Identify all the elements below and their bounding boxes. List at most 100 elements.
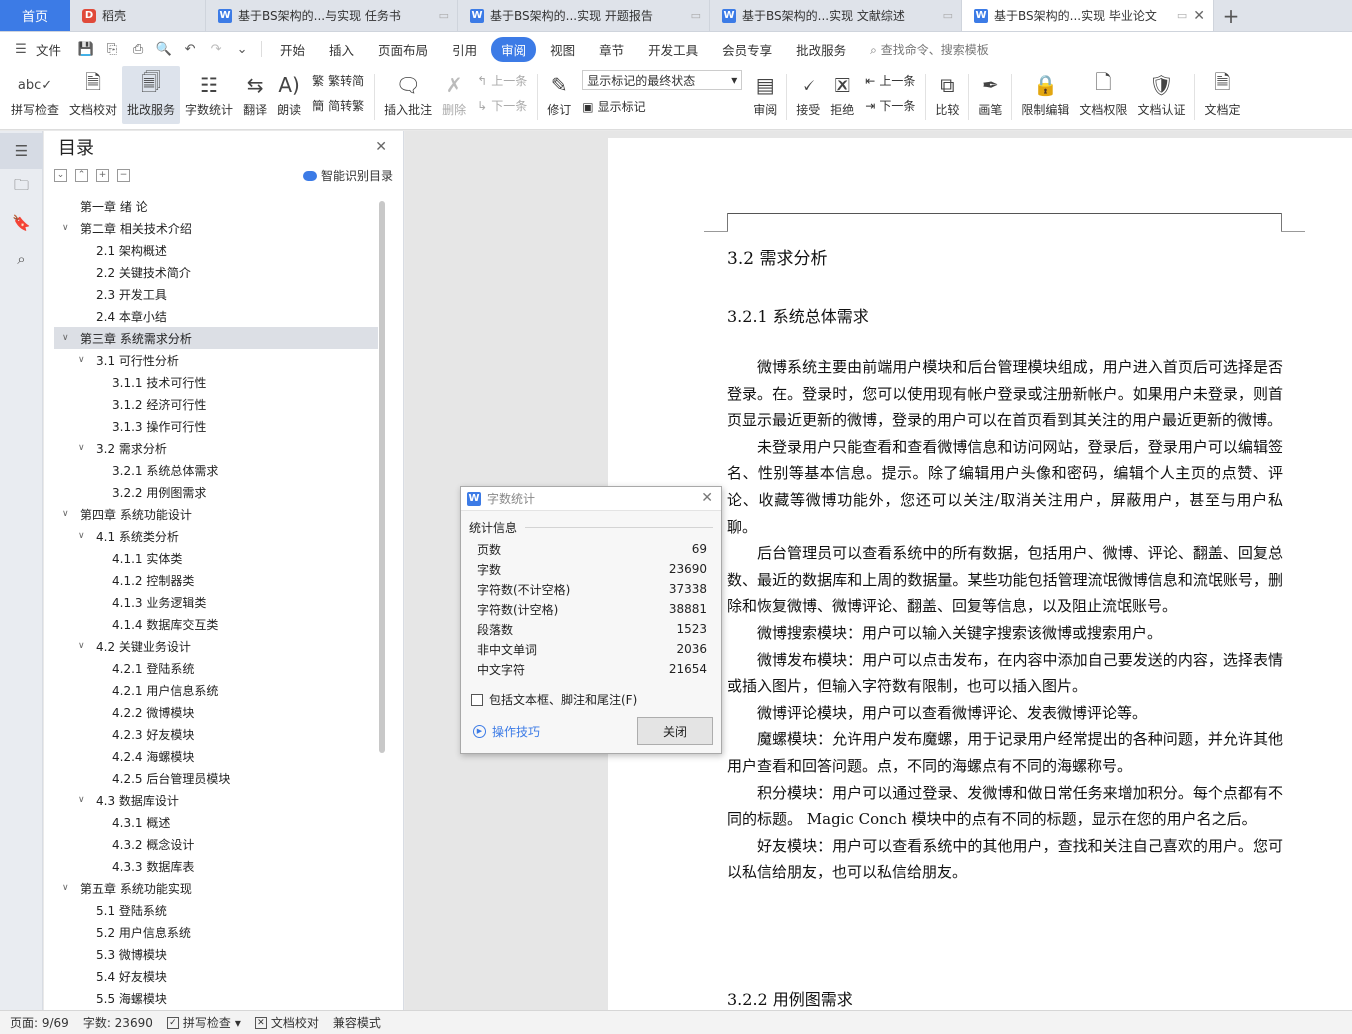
doc-more-button[interactable]: 🗎 文档定 (1199, 66, 1245, 124)
prev-change-button[interactable]: ⇤ 上一条 (865, 72, 915, 89)
expand-all-icon[interactable]: ⌄ (54, 168, 67, 182)
next-change-button[interactable]: ⇥ 下一条 (865, 97, 915, 114)
toc-item[interactable]: 4.1.3 业务逻辑类 (54, 591, 378, 613)
toc-item[interactable]: 3.1.3 操作可行性 (54, 415, 378, 437)
close-icon[interactable]: ✕ (1193, 8, 1205, 24)
menu-references[interactable]: 引用 (442, 37, 487, 62)
toc-item[interactable]: ∨ 3.2 需求分析 (54, 437, 378, 459)
toc-item[interactable]: 4.1.2 控制器类 (54, 569, 378, 591)
toc-item[interactable]: 4.2.1 登陆系统 (54, 657, 378, 679)
menu-review[interactable]: 审阅 (491, 36, 537, 62)
translate-button[interactable]: ⇆ 翻译 (238, 66, 272, 124)
collapse-all-icon[interactable]: ⌃ (75, 168, 88, 182)
command-search[interactable]: ⌕ 查找命令、搜索模板 (870, 41, 989, 58)
remove-heading-icon[interactable]: − (117, 168, 130, 182)
menu-insert[interactable]: 插入 (319, 37, 364, 62)
toc-item[interactable]: ∨ 第三章 系统需求分析 (54, 327, 378, 349)
menu-file[interactable]: 文件 (36, 37, 71, 62)
page-indicator[interactable]: 页面: 9/69 (10, 1014, 69, 1031)
tab-literature[interactable]: W 基于BS架构的...实现 文献综述 ▭ (710, 0, 962, 31)
pen-button[interactable]: ✒ 画笔 (973, 66, 1007, 124)
hamburger-icon[interactable]: ☰ (10, 39, 32, 59)
chevron-down-icon[interactable]: ∨ (62, 509, 74, 519)
toc-item[interactable]: 3.2.2 用例图需求 (54, 481, 378, 503)
toc-item[interactable]: 2.2 关键技术简介 (54, 261, 378, 283)
tab-thesis[interactable]: W 基于BS架构的...实现 毕业论文 ▭ ✕ (962, 0, 1214, 31)
close-icon[interactable]: ✕ (375, 139, 387, 155)
spell-check-status[interactable]: ✓ 拼写检查 ▾ (166, 1014, 241, 1031)
toc-item[interactable]: 4.2.4 海螺模块 (54, 745, 378, 767)
toc-item[interactable]: 5.4 好友模块 (54, 965, 378, 987)
menu-correction[interactable]: 批改服务 (786, 37, 856, 62)
toc-item[interactable]: 4.3.1 概述 (54, 811, 378, 833)
toc-item[interactable]: 4.3.2 概念设计 (54, 833, 378, 855)
doc-proof-button[interactable]: 🗎 文档校对 (64, 66, 122, 124)
chevron-down-icon[interactable]: ∨ (78, 641, 90, 651)
track-changes-button[interactable]: ✎ 修订 (542, 66, 576, 124)
reject-button[interactable]: 🗷 拒绝 (825, 66, 859, 124)
markup-state-select[interactable]: 显示标记的最终状态 ▾ (582, 70, 743, 90)
review-pane-button[interactable]: ▤ 审阅 (748, 66, 782, 124)
traditional-to-simplified-button[interactable]: 繁繁转简 (312, 72, 364, 89)
toc-item[interactable]: 3.1.1 技术可行性 (54, 371, 378, 393)
delete-comment-button[interactable]: ✗ 删除 (437, 66, 471, 124)
export-pdf-icon[interactable]: ⎘ (101, 39, 123, 59)
new-tab-button[interactable]: + (1214, 0, 1248, 31)
tab-proposal[interactable]: W 基于BS架构的...实现 开题报告 ▭ (458, 0, 710, 31)
smart-toc-button[interactable]: 智能识别目录 (302, 167, 393, 184)
spell-check-button[interactable]: abc✓ 拼写检查 (6, 66, 64, 124)
toc-item[interactable]: 2.1 架构概述 (54, 239, 378, 261)
doc-proof-status[interactable]: ✕ 文档校对 (254, 1014, 319, 1031)
toc-item[interactable]: 5.2 用户信息系统 (54, 921, 378, 943)
undo-icon[interactable]: ↶ (179, 39, 201, 59)
toc-item[interactable]: ∨ 第四章 系统功能设计 (54, 503, 378, 525)
print-preview-icon[interactable]: 🔍 (153, 39, 175, 59)
word-count-indicator[interactable]: 字数: 23690 (83, 1014, 153, 1031)
menu-chapter[interactable]: 章节 (589, 37, 634, 62)
chevron-down-icon[interactable]: ∨ (62, 883, 74, 893)
toc-item[interactable]: 4.1.4 数据库交互类 (54, 613, 378, 635)
menu-view[interactable]: 视图 (540, 37, 585, 62)
tab-task-book[interactable]: W 基于BS架构的...与实现 任务书 ▭ (206, 0, 458, 31)
doc-permission-button[interactable]: 🗋 文档权限 (1074, 66, 1132, 124)
toc-item[interactable]: 5.1 登陆系统 (54, 899, 378, 921)
toc-item[interactable]: 4.2.5 后台管理员模块 (54, 767, 378, 789)
toc-item[interactable]: ∨ 4.1 系统类分析 (54, 525, 378, 547)
tab-home[interactable]: 首页 (0, 0, 70, 31)
close-icon[interactable]: ✕ (701, 490, 713, 506)
tab-daoke[interactable]: D 稻壳 (70, 0, 206, 31)
include-textbox-checkbox[interactable]: 包括文本框、脚注和尾注(F) (471, 691, 637, 708)
read-aloud-button[interactable]: A) 朗读 (272, 66, 306, 124)
simplified-to-traditional-button[interactable]: 簡简转繁 (312, 97, 364, 114)
chevron-down-icon[interactable]: ∨ (62, 223, 74, 233)
toc-item[interactable]: 4.2.2 微博模块 (54, 701, 378, 723)
toc-item[interactable]: 2.3 开发工具 (54, 283, 378, 305)
toc-item[interactable]: 5.3 微博模块 (54, 943, 378, 965)
menu-layout[interactable]: 页面布局 (368, 37, 438, 62)
correction-service-button[interactable]: 🗐 批改服务 (122, 66, 181, 124)
toc-item[interactable]: 4.2.3 好友模块 (54, 723, 378, 745)
add-heading-icon[interactable]: + (96, 168, 109, 182)
more-icon[interactable]: ⌄ (231, 39, 253, 59)
toc-item[interactable]: 第一章 绪 论 (54, 195, 378, 217)
redo-icon[interactable]: ↷ (205, 39, 227, 59)
toc-scrollbar[interactable] (379, 201, 385, 753)
close-button[interactable]: 关闭 (637, 717, 713, 745)
print-icon[interactable]: ⎙ (127, 39, 149, 59)
compare-button[interactable]: ⧉ 比较 (930, 66, 964, 124)
chevron-down-icon[interactable]: ∨ (78, 355, 90, 365)
toc-item[interactable]: 3.2.1 系统总体需求 (54, 459, 378, 481)
doc-cert-button[interactable]: 🛡 文档认证 (1132, 66, 1190, 124)
chapter-nav-icon[interactable]: 🗀 (0, 169, 43, 205)
toc-item[interactable]: 4.3.3 数据库表 (54, 855, 378, 877)
menu-member[interactable]: 会员专享 (712, 37, 782, 62)
next-comment-button[interactable]: ↳ 下一条 (477, 97, 527, 114)
word-count-button[interactable]: ☷ 字数统计 (180, 66, 238, 124)
toc-item[interactable]: ∨ 4.2 关键业务设计 (54, 635, 378, 657)
checkbox-box[interactable] (471, 693, 483, 706)
chevron-down-icon[interactable]: ∨ (78, 531, 90, 541)
chevron-down-icon[interactable]: ∨ (78, 443, 90, 453)
save-icon[interactable]: 💾 (75, 39, 97, 59)
chevron-down-icon[interactable]: ∨ (62, 333, 74, 343)
toc-pane-icon[interactable]: ☰ (0, 133, 43, 169)
